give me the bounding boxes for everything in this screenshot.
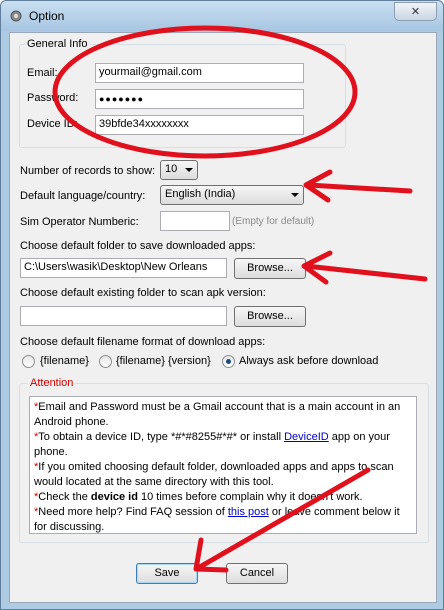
general-info-legend: General Info [25, 38, 90, 50]
faq-post-link[interactable]: this post [228, 506, 269, 518]
scan-folder-field[interactable] [20, 306, 227, 326]
radio-filename-version[interactable] [99, 355, 112, 368]
language-value: English (India) [165, 188, 236, 200]
email-field[interactable]: yourmail@gmail.com [95, 63, 304, 83]
browse-scan-button[interactable]: Browse... [234, 306, 306, 327]
browse-download-button[interactable]: Browse... [234, 258, 306, 279]
records-value: 10 [165, 163, 178, 175]
option-window: Option ✕ General Info Email: yourmail@gm… [0, 0, 444, 610]
deviceid-link[interactable]: DeviceID [284, 431, 329, 443]
language-select[interactable]: English (India) [160, 185, 304, 205]
email-label: Email: [27, 67, 58, 79]
radio-always-ask-label: Always ask before download [239, 355, 379, 367]
attention-group: Attention *Email and Password must be a … [19, 377, 429, 543]
chevron-down-icon [291, 193, 299, 197]
attention-line-2: *To obtain a device ID, type *#*#8255#*#… [34, 431, 390, 458]
filename-format-label: Choose default filename format of downlo… [20, 336, 266, 348]
sim-operator-hint: (Empty for default) [232, 216, 315, 227]
close-button[interactable]: ✕ [394, 2, 437, 21]
attention-line-3: *If you omited choosing default folder, … [34, 461, 394, 488]
window-title: Option [29, 9, 65, 23]
sim-operator-label: Sim Operator Numberic: [20, 216, 139, 228]
attention-line-5: *Need more help? Find FAQ session of thi… [34, 506, 400, 533]
radio-filename-version-label: {filename} {version} [116, 355, 211, 367]
records-label: Number of records to show: [20, 165, 156, 177]
device-id-field[interactable]: 39bfde34xxxxxxxx [95, 115, 304, 135]
save-button[interactable]: Save [136, 563, 198, 584]
download-folder-label: Choose default folder to save downloaded… [20, 240, 256, 252]
chevron-down-icon [185, 168, 193, 172]
radio-filename[interactable] [22, 355, 35, 368]
password-field[interactable]: ●●●●●●● [95, 89, 304, 109]
radio-always-ask[interactable] [222, 355, 235, 368]
records-select[interactable]: 10 [160, 160, 198, 180]
attention-legend: Attention [28, 377, 76, 389]
title-bar[interactable]: Option ✕ [1, 1, 443, 31]
cancel-button[interactable]: Cancel [226, 563, 288, 584]
scan-folder-label: Choose default existing folder to scan a… [20, 287, 266, 299]
attention-text: *Email and Password must be a Gmail acco… [29, 396, 417, 534]
download-folder-field[interactable]: C:\Users\wasik\Desktop\New Orleans [20, 258, 227, 278]
dialog-body: General Info Email: yourmail@gmail.com P… [9, 32, 437, 603]
general-info-group: General Info Email: yourmail@gmail.com P… [19, 38, 346, 148]
radio-filename-label: {filename} [40, 355, 89, 367]
sim-operator-field[interactable] [160, 211, 230, 231]
language-label: Default language/country: [20, 190, 146, 202]
close-icon: ✕ [410, 6, 421, 18]
gear-icon [10, 10, 22, 22]
attention-line-1: *Email and Password must be a Gmail acco… [34, 401, 401, 428]
attention-line-4: *Check the device id 10 times before com… [34, 491, 363, 503]
device-id-label: Device ID: [27, 118, 78, 130]
password-label: Password: [27, 92, 79, 104]
